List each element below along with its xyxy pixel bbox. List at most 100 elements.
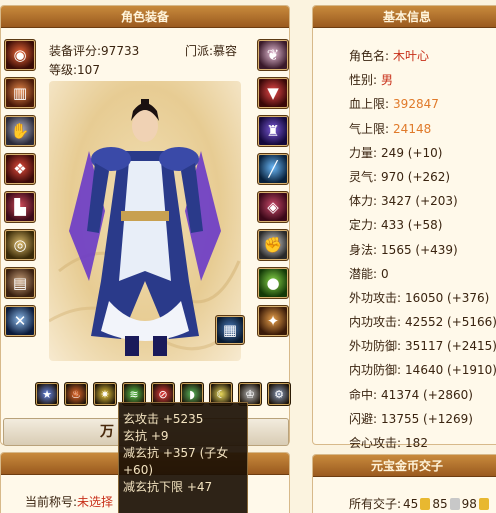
school-text: 门派:慕容 <box>185 42 237 59</box>
stat-row: 闪避: 13755 (+1269) <box>349 407 496 431</box>
stat-row: 外功攻击: 16050 (+376) <box>349 286 496 310</box>
current-title: 当前称号:未选择 <box>25 493 113 510</box>
basic-info-header: 基本信息 <box>313 6 496 28</box>
level-value: 107 <box>77 63 100 77</box>
stat-value: 182 <box>405 436 428 450</box>
stat-value: 木叶心 <box>393 49 430 63</box>
armor-icon[interactable]: ♜ <box>257 115 289 147</box>
silver-coin-icon <box>449 497 460 510</box>
skill-burst-icon[interactable]: ✷ <box>93 382 117 406</box>
stat-label: 灵气: <box>349 169 378 184</box>
avatar-switch-icon[interactable]: ▦ <box>215 315 245 345</box>
stat-value: 16050 (+376) <box>405 290 490 305</box>
skill-gear-icon[interactable]: ⚙ <box>267 382 291 406</box>
stat-value: 392847 <box>393 97 439 112</box>
stat-label: 闪避: <box>349 411 378 426</box>
tooltip-line: 玄抗 +9 <box>123 429 169 443</box>
school-value: 慕容 <box>213 44 238 58</box>
coin-panel: 元宝金币交子 所有交子: 45 85 98 <box>312 454 496 513</box>
coin-header: 元宝金币交子 <box>313 455 496 477</box>
stat-label: 血上限: <box>349 97 390 112</box>
amulet-gem-icon[interactable]: ❖ <box>4 153 36 185</box>
stat-row: 身法: 1565 (+439) <box>349 238 496 262</box>
stat-label: 会心攻击: <box>349 436 402 450</box>
stat-value: 42552 (+5166) <box>405 315 496 330</box>
stat-label: 性别: <box>349 73 378 88</box>
level-label: 等级: <box>49 63 78 77</box>
stat-row: 内功防御: 14640 (+1910) <box>349 358 496 382</box>
current-title-label: 当前称号: <box>25 495 78 509</box>
stat-value: 1565 (+439) <box>381 242 458 257</box>
stat-label: 外功防御: <box>349 339 402 354</box>
equipment-header: 角色装备 <box>1 6 289 28</box>
ring-relic-icon[interactable]: ◉ <box>4 39 36 71</box>
glove-icon[interactable]: ✊ <box>257 229 289 261</box>
rating-value: 97733 <box>101 44 140 58</box>
stat-value: 970 (+262) <box>381 169 451 184</box>
ring-icon[interactable]: ◎ <box>4 229 36 261</box>
school-label: 门派: <box>185 44 214 58</box>
tooltip-line: 减玄抗 +357 (子女+60) <box>123 446 229 477</box>
stat-row: 会心攻击: 182 <box>349 431 496 455</box>
level-text: 等级:107 <box>49 61 100 78</box>
rating-label: 装备评分: <box>49 44 102 58</box>
basic-info-panel: 基本信息 角色名: 木叶心 性别: 男血上限: 392847 气上限: 24148 力量: 24… <box>312 5 496 474</box>
stat-row: 气上限: 24148 <box>349 117 496 141</box>
stat-value: 13755 (+1269) <box>381 411 473 426</box>
stat-value: 0 <box>381 266 389 281</box>
stat-row: 体力: 3427 (+203) <box>349 189 496 213</box>
character-portrait <box>48 81 243 361</box>
gold-ingot-icon <box>478 497 489 510</box>
stat-label: 内功攻击: <box>349 315 402 330</box>
stat-value: 249 (+10) <box>381 145 443 160</box>
current-title-value[interactable]: 未选择 <box>77 495 113 509</box>
stat-row: 力量: 249 (+10) <box>349 141 496 165</box>
stat-label: 命中: <box>349 387 378 402</box>
stat-label: 力量: <box>349 145 378 160</box>
stat-row: 内功攻击: 42552 (+5166) <box>349 310 496 334</box>
belt-icon[interactable]: ▤ <box>4 267 36 299</box>
bracer-icon[interactable]: ▥ <box>4 77 36 109</box>
stat-value: 433 (+58) <box>381 218 443 233</box>
coin-row: 所有交子: 45 85 98 <box>349 495 489 512</box>
sword-icon[interactable]: ╱ <box>257 153 289 185</box>
stat-value: 男 <box>381 73 394 88</box>
skill-flame-icon[interactable]: ♨ <box>64 382 88 406</box>
stat-label: 外功攻击: <box>349 290 402 305</box>
cloak-icon[interactable]: ◈ <box>257 191 289 223</box>
coin-silver-value: 85 <box>432 496 448 511</box>
character-figure <box>48 99 243 356</box>
stat-label: 定力: <box>349 218 378 233</box>
stat-label: 内功防御: <box>349 363 402 378</box>
stat-row: 血上限: 392847 <box>349 92 496 116</box>
crossed-swords-icon[interactable]: ✕ <box>4 305 36 337</box>
gold-coin-icon <box>420 497 431 510</box>
tooltip-line: 玄攻击 +5235 <box>123 412 204 426</box>
equipment-panel: 角色装备 装备评分:97733 等级:107 门派:慕容 ◉ ▥ ✋ ❖ ▙ ◎… <box>0 5 291 446</box>
skill-tooltip: 玄攻击 +5235 玄抗 +9 减玄抗 +357 (子女+60) 减玄抗下限 +… <box>118 402 248 513</box>
stat-value: 14640 (+1910) <box>405 363 496 378</box>
stat-row: 角色名: 木叶心 <box>349 44 496 68</box>
coin-gold-value: 45 <box>403 496 419 511</box>
stat-value: 3427 (+203) <box>381 194 458 209</box>
stat-value: 35117 (+2415) <box>405 339 496 354</box>
stat-row: 命中: 41374 (+2860) <box>349 383 496 407</box>
skill-star-icon[interactable]: ★ <box>35 382 59 406</box>
jade-pendant-icon[interactable]: ● <box>257 267 289 299</box>
boots-icon[interactable]: ▙ <box>4 191 36 223</box>
gauntlet-icon[interactable]: ✋ <box>4 115 36 147</box>
stat-label: 体力: <box>349 194 378 209</box>
stat-list: 角色名: 木叶心 性别: 男血上限: 392847 气上限: 24148 力量: 249 (+1… <box>349 44 496 479</box>
stat-value: 24148 <box>393 121 432 136</box>
stat-row: 灵气: 970 (+262) <box>349 165 496 189</box>
pendant-icon[interactable]: ▼ <box>257 77 289 109</box>
coin-copper-value: 98 <box>461 496 477 511</box>
stat-label: 身法: <box>349 242 378 257</box>
talisman-icon[interactable]: ✦ <box>257 305 289 337</box>
stat-label: 角色名: <box>349 49 390 63</box>
rating-text: 装备评分:97733 <box>49 42 139 59</box>
necklace-icon[interactable]: ❦ <box>257 39 289 71</box>
stat-label: 气上限: <box>349 121 390 136</box>
stat-value: 41374 (+2860) <box>381 387 473 402</box>
tooltip-line: 减玄抗下限 +47 <box>123 480 213 494</box>
